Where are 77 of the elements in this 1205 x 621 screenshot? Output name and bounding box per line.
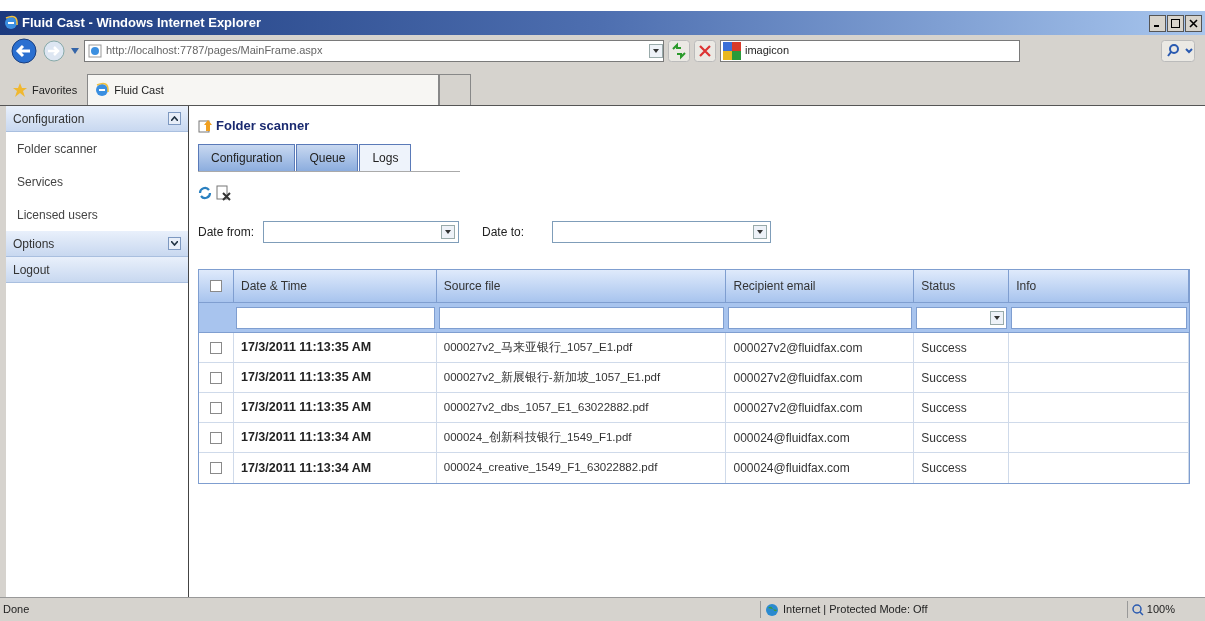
table-cell-text: Success [921, 460, 967, 477]
table-cell-text: 17/3/2011 11:13:34 AM [240, 429, 372, 447]
maximize-icon[interactable] [1167, 14, 1184, 32]
sidebar-item[interactable]: Services [6, 165, 188, 198]
checkbox[interactable] [210, 341, 222, 354]
checkbox[interactable] [210, 401, 222, 414]
filter-field[interactable] [235, 306, 435, 329]
favorites-button[interactable]: Favorites [32, 81, 78, 99]
filter-field[interactable] [438, 306, 725, 329]
table-cell-text: 000024_创新科技银行_1549_F1.pdf [443, 429, 632, 445]
history-dropdown-icon[interactable] [70, 46, 80, 55]
back-icon[interactable] [10, 36, 38, 65]
table-cell-text: Success [921, 339, 967, 357]
sidebar-section-header[interactable]: Logout [6, 257, 188, 283]
globe-icon [765, 602, 779, 617]
tab[interactable]: Queue [296, 144, 359, 171]
zoom-level[interactable]: 100% [1146, 601, 1175, 618]
security-zone: Internet | Protected Mode: Off [783, 602, 928, 618]
tab[interactable]: Configuration [198, 144, 296, 171]
stop-icon[interactable] [694, 39, 716, 62]
zoom-icon [1131, 603, 1144, 616]
window-title: Fluid Cast - Windows Internet Explorer [22, 14, 261, 33]
search-icon[interactable] [1161, 39, 1195, 62]
table-cell-text: 000024_creative_1549_F1_63022882.pdf [443, 460, 658, 476]
page-title: Folder scanner [216, 117, 310, 136]
checkbox[interactable] [210, 431, 222, 444]
table-cell-text: 17/3/2011 11:13:35 AM [240, 339, 372, 357]
sidebar-item[interactable]: Licensed users [6, 198, 188, 231]
column-header[interactable]: Recipient email [726, 270, 915, 302]
column-header[interactable]: Source file [436, 270, 727, 302]
search-field[interactable]: imagicon [720, 39, 1020, 62]
table-cell-text: 17/3/2011 11:13:35 AM [240, 369, 372, 387]
expand-icon[interactable] [168, 237, 181, 250]
date-to-label: Date to: [482, 224, 525, 241]
sidebar-section-header[interactable]: Configuration [6, 106, 188, 132]
tab[interactable]: Logs [359, 144, 412, 171]
new-tab-button[interactable] [439, 74, 472, 105]
table-cell-text: Success [921, 399, 967, 417]
table-cell-text: Success [921, 429, 967, 447]
browser-logo-icon [94, 82, 111, 98]
status-text: Done [2, 602, 31, 618]
table-cell-text: 000027v2_新展银行-新加坡_1057_E1.pdf [443, 369, 661, 385]
date-from-field[interactable] [263, 221, 459, 243]
checkbox[interactable] [210, 462, 222, 474]
sidebar-section-header[interactable]: Options [6, 231, 188, 257]
table-cell-text: 000024@fluidfax.com [733, 429, 850, 447]
table-cell-text: 000027v2@fluidfax.com [733, 369, 863, 387]
table-cell-text: 000027v2@fluidfax.com [733, 339, 863, 357]
column-header[interactable]: Info [1009, 270, 1189, 302]
browser-logo-icon [3, 15, 19, 31]
date-from-label: Date from: [198, 224, 254, 241]
sidebar-item[interactable]: Folder scanner [6, 132, 188, 165]
table-cell-text: 17/3/2011 11:13:34 AM [240, 459, 372, 477]
column-header[interactable]: Date & Time [233, 270, 437, 302]
checkbox[interactable] [210, 280, 222, 292]
table-cell-text: 000027v2_马来亚银行_1057_E1.pdf [443, 339, 633, 355]
table-cell-text: 17/3/2011 11:13:35 AM [240, 399, 372, 417]
page-icon [88, 43, 102, 58]
column-header[interactable]: Status [914, 270, 1010, 302]
search-provider-icon [723, 41, 741, 60]
address-field[interactable]: http://localhost:7787/pages/MainFrame.aspx [84, 39, 664, 62]
checkbox[interactable] [210, 371, 222, 384]
table-cell-text: Success [921, 369, 967, 387]
delete-document-icon[interactable] [216, 185, 232, 201]
date-to-field[interactable] [552, 221, 772, 243]
refresh-icon[interactable] [198, 186, 212, 200]
table-cell-text: 000027v2@fluidfax.com [733, 399, 863, 417]
browser-tab[interactable]: Fluid Cast [87, 74, 440, 105]
minimize-icon[interactable] [1149, 14, 1166, 32]
collapse-icon[interactable] [168, 112, 181, 125]
close-icon[interactable] [1185, 14, 1202, 32]
star-icon [12, 82, 28, 98]
table-cell-text: 000024@fluidfax.com [733, 460, 850, 477]
filter-field[interactable] [1011, 306, 1187, 329]
refresh-icon[interactable] [668, 39, 690, 62]
table-cell-text: 000027v2_dbs_1057_E1_63022882.pdf [443, 399, 649, 415]
filter-field[interactable] [728, 306, 913, 329]
